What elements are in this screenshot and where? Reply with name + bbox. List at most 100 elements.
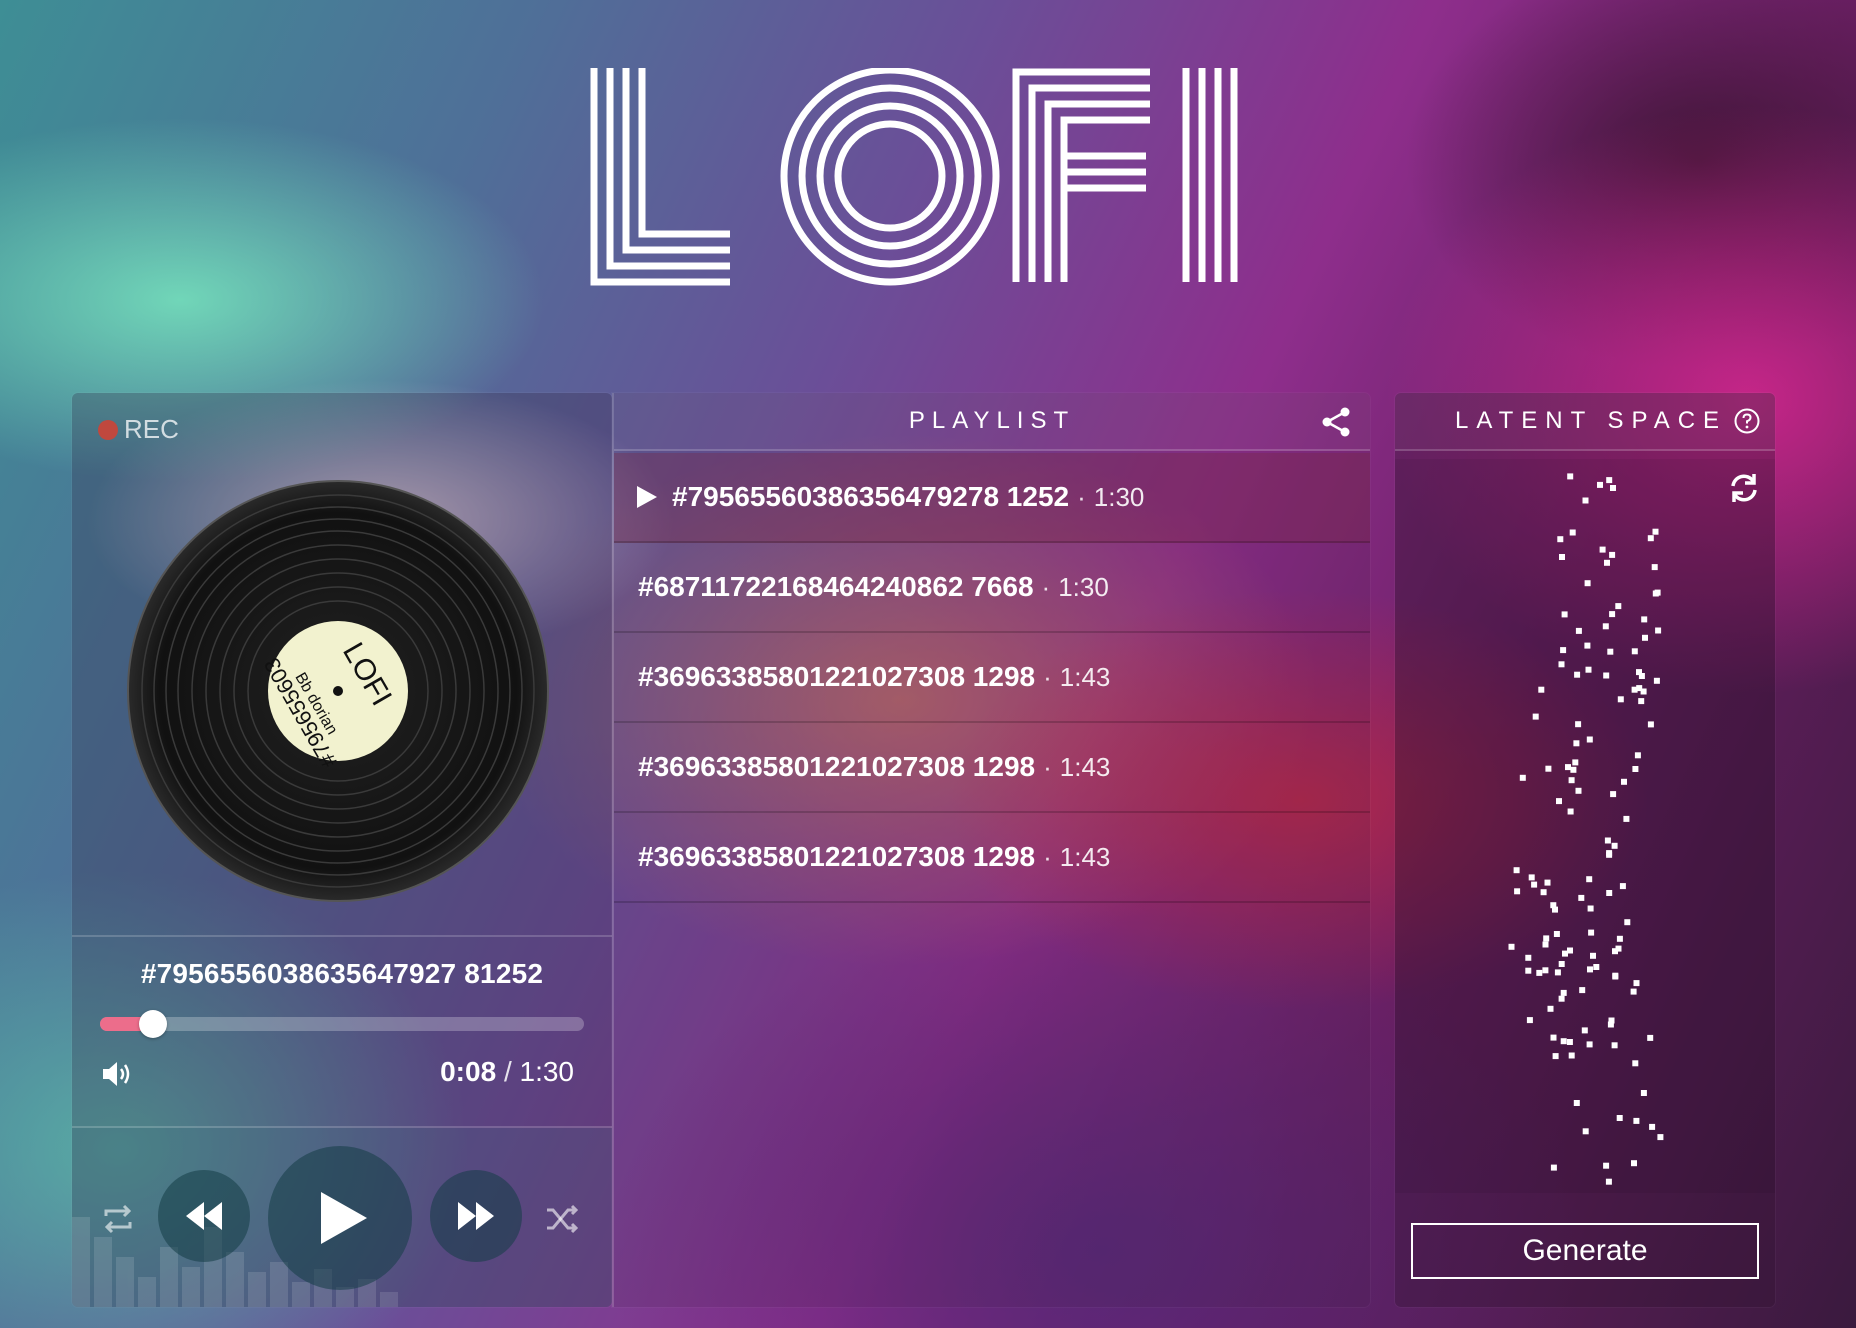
- track-duration: 1:43: [1059, 661, 1111, 692]
- latent-point: [1532, 713, 1539, 720]
- player-panel: REC LOFI Bb dorian #795655603 #795655603…: [72, 393, 612, 1307]
- latent-point: [1632, 1060, 1639, 1067]
- latent-point: [1557, 536, 1564, 543]
- latent-point: [1623, 815, 1630, 822]
- latent-point: [1606, 890, 1613, 896]
- latent-point: [1647, 1034, 1654, 1041]
- progress-bar[interactable]: [100, 1010, 584, 1038]
- track-id: #36963385801221027308 1298: [638, 751, 1036, 782]
- latent-point: [1573, 740, 1580, 747]
- latent-point: [1605, 1178, 1612, 1185]
- latent-point: [1652, 528, 1659, 535]
- progress-knob[interactable]: [139, 1010, 168, 1038]
- latent-point: [1528, 874, 1535, 881]
- rec-dot-icon: [98, 419, 118, 440]
- latent-point: [1586, 876, 1593, 883]
- latent-space-canvas[interactable]: [1395, 459, 1775, 1193]
- latent-point: [1559, 554, 1565, 560]
- latent-point: [1554, 969, 1561, 976]
- share-icon[interactable]: [1320, 406, 1352, 438]
- playlist-item[interactable]: #68711722168464240862 7668 · 1:30: [614, 543, 1370, 633]
- latent-point: [1566, 1039, 1573, 1045]
- latent-point: [1558, 661, 1565, 668]
- fast-forward-button[interactable]: [430, 1170, 522, 1262]
- track-id: #68711722168464240862 7668: [638, 571, 1034, 602]
- shuffle-button[interactable]: [544, 1202, 580, 1236]
- latent-point: [1606, 851, 1613, 858]
- latent-point: [1653, 677, 1660, 684]
- latent-point: [1611, 842, 1618, 849]
- latent-point: [1536, 969, 1543, 976]
- rec-button[interactable]: REC: [98, 414, 179, 445]
- latent-point: [1568, 777, 1575, 784]
- latent-point: [1519, 774, 1526, 781]
- latent-point: [1654, 589, 1661, 596]
- vinyl-record: LOFI Bb dorian #795655603: [126, 479, 550, 903]
- lofi-logo: [590, 68, 1270, 286]
- latent-point: [1582, 1128, 1589, 1135]
- latent-point: [1552, 906, 1558, 913]
- latent-point: [1633, 980, 1640, 987]
- latent-point: [1631, 686, 1638, 693]
- track-separator: ·: [1043, 751, 1052, 782]
- generate-button[interactable]: Generate: [1411, 1223, 1759, 1279]
- refresh-icon[interactable]: [1727, 471, 1761, 505]
- latent-point: [1584, 580, 1591, 587]
- latent-point: [1565, 764, 1571, 771]
- latent-point: [1649, 1123, 1656, 1130]
- playlist-item[interactable]: #36963385801221027308 1298 · 1:43: [614, 723, 1370, 813]
- lofi-logo-graphic: [590, 68, 1238, 286]
- latent-point: [1617, 696, 1624, 703]
- play-icon: [637, 486, 657, 508]
- latent-point: [1640, 1090, 1647, 1096]
- volume-icon[interactable]: [100, 1059, 134, 1089]
- playlist-item[interactable]: #36963385801221027308 1298 · 1:43: [614, 633, 1370, 723]
- latent-point: [1575, 721, 1582, 728]
- latent-point: [1609, 551, 1616, 558]
- latent-point: [1588, 929, 1595, 936]
- latent-point: [1621, 778, 1627, 785]
- time-total: 1:30: [519, 1056, 575, 1087]
- latent-title: LATENT SPACE: [1455, 407, 1728, 434]
- track-separator: ·: [1043, 841, 1052, 872]
- latent-point: [1540, 889, 1547, 896]
- latent-point: [1531, 881, 1538, 888]
- latent-point: [1587, 966, 1593, 973]
- help-icon[interactable]: [1733, 407, 1761, 435]
- latent-point: [1604, 559, 1610, 566]
- latent-point: [1508, 943, 1515, 950]
- latent-point: [1611, 1042, 1618, 1049]
- latent-point: [1579, 987, 1586, 994]
- latent-point: [1655, 627, 1662, 634]
- latent-point: [1602, 623, 1609, 630]
- track-id: #36963385801221027308 1298: [638, 841, 1036, 872]
- latent-point: [1547, 1005, 1554, 1012]
- latent-point: [1610, 791, 1617, 798]
- playlist-item[interactable]: #36963385801221027308 1298 · 1:43: [614, 813, 1370, 903]
- latent-point: [1578, 894, 1585, 901]
- latent-point: [1586, 736, 1593, 743]
- repeat-button[interactable]: [100, 1202, 136, 1236]
- playlist-item[interactable]: #79565560386356479278 1252 · 1:30: [614, 453, 1370, 543]
- playlist-title: PLAYLIST: [908, 407, 1076, 434]
- play-icon: [321, 1192, 367, 1244]
- rewind-button[interactable]: [158, 1170, 250, 1262]
- latent-point: [1560, 989, 1567, 996]
- latent-point: [1538, 686, 1545, 693]
- latent-point: [1550, 1034, 1557, 1041]
- latent-point: [1526, 1017, 1533, 1024]
- latent-point: [1545, 765, 1552, 772]
- latent-point: [1586, 1041, 1593, 1048]
- latent-point: [1616, 935, 1623, 942]
- now-playing-title: #7956556038635647927 81252: [140, 958, 544, 989]
- latent-point: [1597, 481, 1603, 488]
- track-duration: 1:43: [1059, 751, 1111, 782]
- latent-point: [1525, 954, 1532, 961]
- rewind-icon: [186, 1202, 222, 1230]
- latent-point: [1607, 648, 1614, 655]
- latent-point: [1657, 1134, 1664, 1141]
- latent-point: [1550, 1164, 1557, 1171]
- latent-point: [1624, 919, 1631, 926]
- latent-point: [1553, 931, 1560, 937]
- play-button[interactable]: [268, 1146, 412, 1290]
